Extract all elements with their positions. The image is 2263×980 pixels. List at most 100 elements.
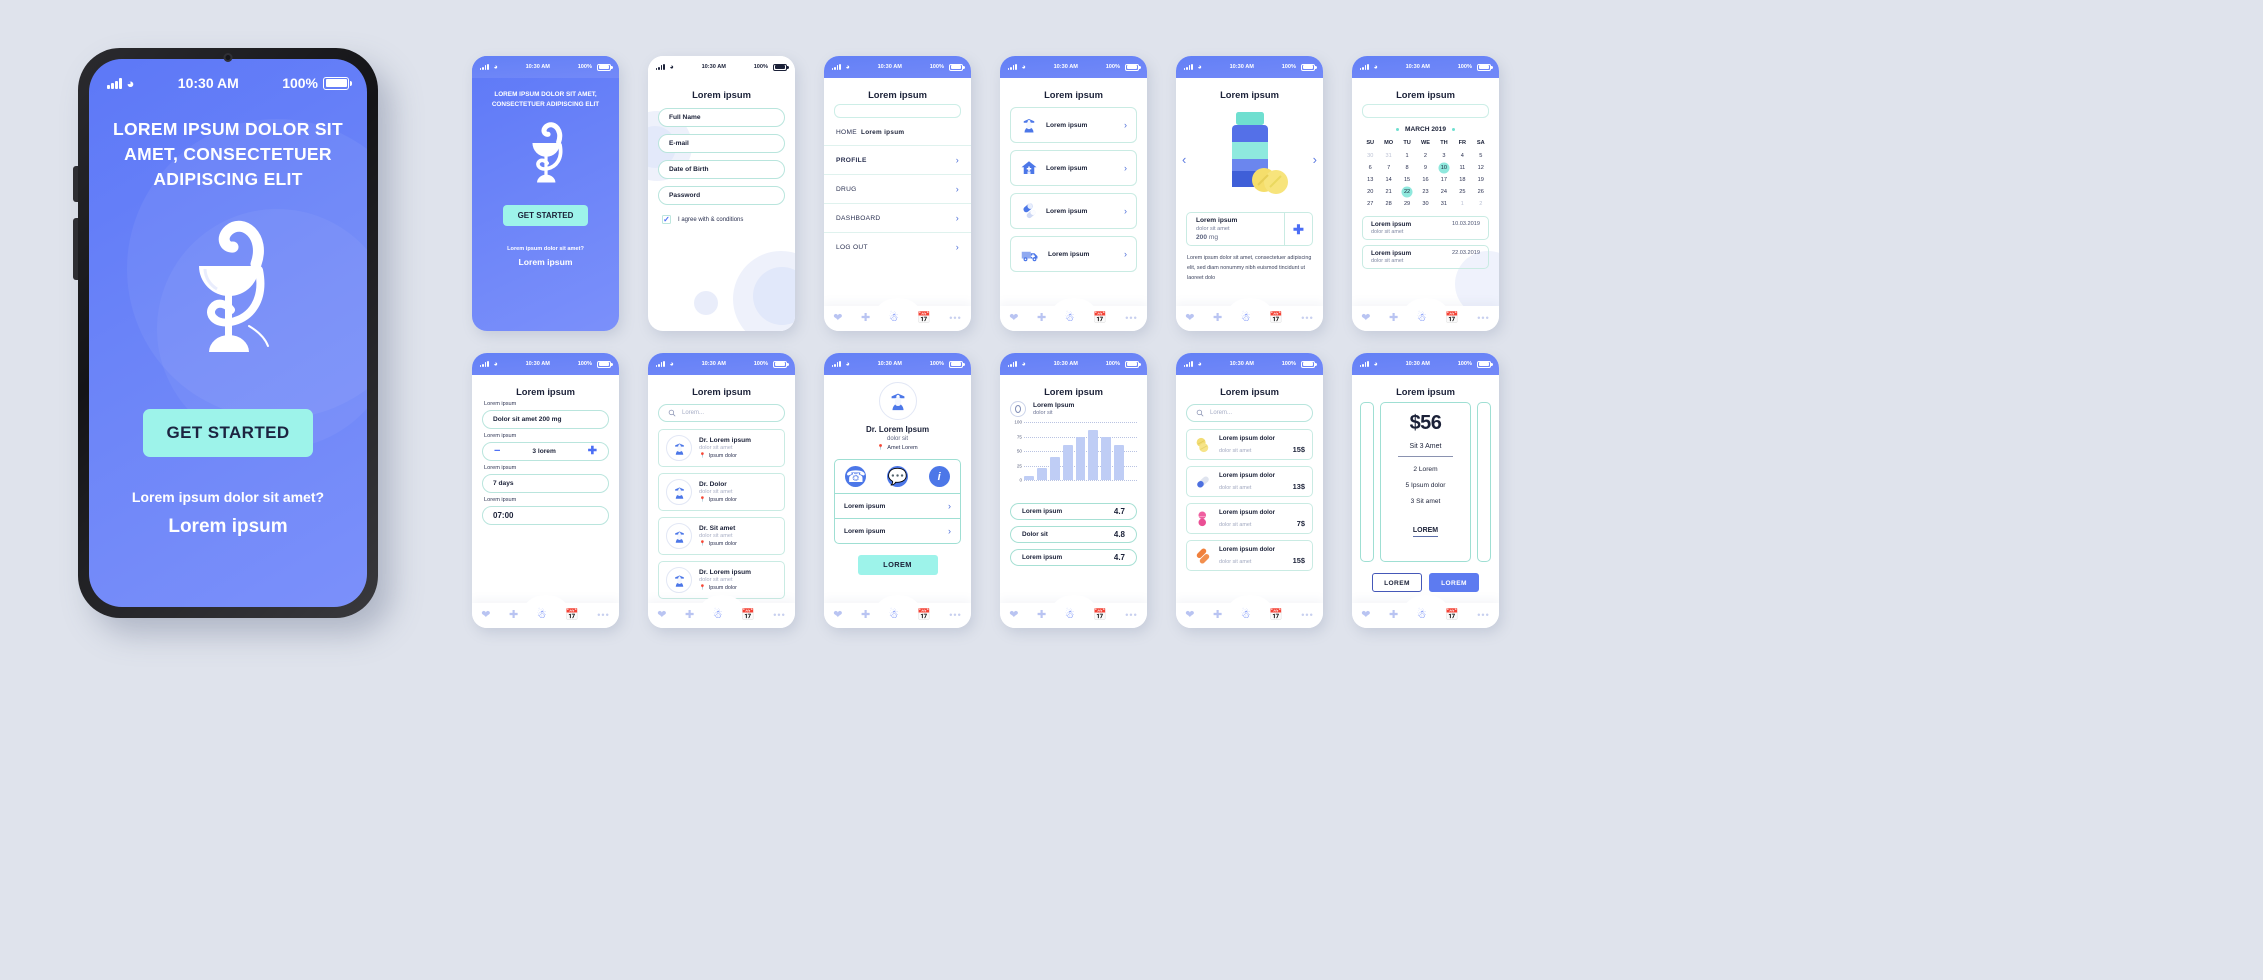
- time-input[interactable]: 07:00: [482, 506, 609, 525]
- calendar-day[interactable]: 23: [1416, 187, 1434, 197]
- calendar-day[interactable]: 24: [1435, 187, 1453, 197]
- user-icon[interactable]: ☃: [1065, 313, 1075, 324]
- service-card-ambulance[interactable]: Lorem ipsum ›: [1010, 236, 1137, 272]
- plus-cross-icon[interactable]: ✚: [685, 610, 694, 621]
- shop-item[interactable]: Lorem ipsum dolor dolor sit amet 7$: [1186, 503, 1313, 534]
- heart-icon[interactable]: ❤: [1009, 610, 1018, 621]
- plan-link[interactable]: LOREM: [1412, 527, 1439, 537]
- pricing-card[interactable]: $56 Sit 3 Amet 2 Lorem 5 Ipsum dolor 3 S…: [1380, 402, 1471, 562]
- service-card-hospital[interactable]: Lorem ipsum ›: [1010, 150, 1137, 186]
- calendar-day[interactable]: 20: [1361, 187, 1379, 197]
- calendar-day[interactable]: 31: [1435, 199, 1453, 209]
- pricing-card-next[interactable]: [1477, 402, 1491, 562]
- phone-icon[interactable]: ☎: [845, 466, 867, 487]
- calendar-icon[interactable]: 📅: [565, 610, 579, 621]
- event-item[interactable]: Lorem ipsum dolor sit amet 22.03.2019: [1362, 245, 1489, 269]
- user-icon[interactable]: ☃: [537, 610, 547, 621]
- doctor-card[interactable]: Dr. Lorem ipsum dolor sit amet 📍 Ipsum do…: [658, 429, 785, 467]
- doctor-card[interactable]: Dr. Lorem ipsum dolor sit amet 📍 Ipsum do…: [658, 561, 785, 599]
- user-icon[interactable]: ☃: [1241, 610, 1251, 621]
- drug-input[interactable]: Dolor sit amet 200 mg: [482, 410, 609, 429]
- heart-icon[interactable]: ❤: [1361, 610, 1370, 621]
- heart-icon[interactable]: ❤: [833, 313, 842, 324]
- calendar-day[interactable]: 30: [1416, 199, 1434, 209]
- primary-button[interactable]: LOREM: [1429, 573, 1479, 592]
- plus-icon[interactable]: ✚: [588, 446, 597, 457]
- duration-input[interactable]: 7 days: [482, 474, 609, 493]
- calendar-day[interactable]: 19: [1472, 175, 1490, 185]
- plus-cross-icon[interactable]: ✚: [1037, 610, 1046, 621]
- calendar-icon[interactable]: 📅: [1269, 610, 1283, 621]
- calendar-icon[interactable]: 📅: [1445, 313, 1459, 324]
- calendar-day[interactable]: 1: [1453, 199, 1471, 209]
- more-dots-icon[interactable]: •••: [773, 611, 785, 620]
- minus-icon[interactable]: −: [494, 446, 500, 457]
- calendar-icon[interactable]: 📅: [1269, 313, 1283, 324]
- chevron-right-icon[interactable]: ›: [1313, 152, 1317, 167]
- calendar-day[interactable]: 10: [1435, 163, 1453, 173]
- calendar-day[interactable]: 11: [1453, 163, 1471, 173]
- fullname-input[interactable]: Full Name: [658, 108, 785, 127]
- service-card-nurse[interactable]: Lorem ipsum ›: [1010, 107, 1137, 143]
- user-icon[interactable]: ☃: [1417, 610, 1427, 621]
- user-icon[interactable]: ☃: [713, 610, 723, 621]
- calendar-icon[interactable]: 📅: [1093, 610, 1107, 621]
- calendar-day[interactable]: 30: [1361, 151, 1379, 161]
- secondary-button[interactable]: LOREM: [1372, 573, 1422, 592]
- menu-item-logout[interactable]: LOG OUT ›: [824, 233, 971, 261]
- calendar-day[interactable]: 5: [1472, 151, 1490, 161]
- user-icon[interactable]: ☃: [1065, 610, 1075, 621]
- shop-item[interactable]: Lorem ipsum dolor dolor sit amet 13$: [1186, 466, 1313, 497]
- password-input[interactable]: Password: [658, 186, 785, 205]
- calendar-day[interactable]: 2: [1416, 151, 1434, 161]
- plus-cross-icon[interactable]: ✚: [1213, 610, 1222, 621]
- heart-icon[interactable]: ❤: [833, 610, 842, 621]
- quantity-stepper[interactable]: − 3 lorem ✚: [482, 442, 609, 461]
- calendar-icon[interactable]: 📅: [917, 313, 931, 324]
- doctor-card[interactable]: Dr. Sit amet dolor sit amet 📍 Ipsum dolor: [658, 517, 785, 555]
- calendar-day[interactable]: 1: [1398, 151, 1416, 161]
- get-started-button[interactable]: GET STARTED: [143, 408, 313, 457]
- profile-row[interactable]: Lorem ipsum ›: [835, 494, 960, 518]
- plus-cross-icon[interactable]: ✚: [1213, 313, 1222, 324]
- calendar-day[interactable]: 16: [1416, 175, 1434, 185]
- add-button[interactable]: ✚: [1284, 213, 1312, 245]
- heart-icon[interactable]: ❤: [1185, 610, 1194, 621]
- calendar-day[interactable]: 14: [1379, 175, 1397, 185]
- search-field-ghost[interactable]: [1362, 104, 1489, 118]
- rating-row[interactable]: Dolor sit 4.8: [1010, 526, 1137, 543]
- more-dots-icon[interactable]: •••: [1301, 314, 1313, 323]
- calendar-day[interactable]: 3: [1435, 151, 1453, 161]
- more-dots-icon[interactable]: •••: [597, 611, 609, 620]
- calendar-day[interactable]: 4: [1453, 151, 1471, 161]
- calendar-day[interactable]: 7: [1379, 163, 1397, 173]
- search-field-ghost[interactable]: [834, 104, 961, 118]
- menu-item-profile[interactable]: PROFILE ›: [824, 146, 971, 175]
- check-icon[interactable]: ✓: [662, 215, 671, 224]
- calendar-icon[interactable]: 📅: [1445, 610, 1459, 621]
- calendar-icon[interactable]: 📅: [1093, 313, 1107, 324]
- get-started-button[interactable]: GET STARTED: [503, 204, 588, 226]
- terms-checkbox-row[interactable]: ✓ I agree with & conditions: [658, 215, 785, 224]
- more-dots-icon[interactable]: •••: [1125, 611, 1137, 620]
- info-icon[interactable]: i: [928, 466, 950, 487]
- calendar-day[interactable]: 9: [1416, 163, 1434, 173]
- rating-row[interactable]: Lorem ipsum 4.7: [1010, 549, 1137, 566]
- calendar-day[interactable]: 18: [1453, 175, 1471, 185]
- heart-icon[interactable]: ❤: [1361, 313, 1370, 324]
- user-icon[interactable]: ☃: [889, 610, 899, 621]
- dob-input[interactable]: Date of Birth: [658, 160, 785, 179]
- service-card-pills[interactable]: Lorem ipsum ›: [1010, 193, 1137, 229]
- pricing-card-prev[interactable]: [1360, 402, 1374, 562]
- calendar-day[interactable]: 8: [1398, 163, 1416, 173]
- menu-item-dashboard[interactable]: DASHBOARD ›: [824, 204, 971, 233]
- heart-icon[interactable]: ❤: [1185, 313, 1194, 324]
- calendar-day[interactable]: 2: [1472, 199, 1490, 209]
- plus-cross-icon[interactable]: ✚: [1389, 313, 1398, 324]
- user-icon[interactable]: ☃: [1241, 313, 1251, 324]
- calendar-day[interactable]: 31: [1379, 151, 1397, 161]
- shop-item[interactable]: Lorem ipsum dolor dolor sit amet 15$: [1186, 429, 1313, 460]
- plus-cross-icon[interactable]: ✚: [861, 313, 870, 324]
- plus-cross-icon[interactable]: ✚: [509, 610, 518, 621]
- calendar-day[interactable]: 12: [1472, 163, 1490, 173]
